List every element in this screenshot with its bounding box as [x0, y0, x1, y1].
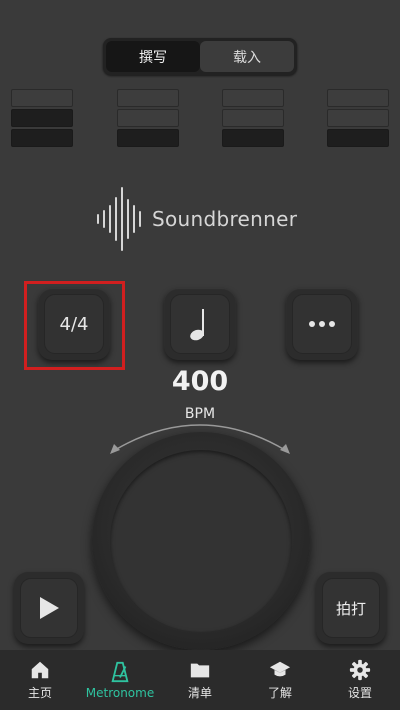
- beat-level-bar: [117, 89, 179, 107]
- tab-library[interactable]: 清单: [160, 650, 240, 710]
- tempo-dial-face: [110, 450, 292, 632]
- tap-tempo-button[interactable]: 拍打: [316, 572, 386, 644]
- beat-column-4[interactable]: [327, 89, 389, 149]
- tempo-value: 400: [171, 366, 229, 397]
- beat-level-bar: [117, 109, 179, 127]
- mode-segmented-control: 撰写 载入: [103, 38, 297, 75]
- beat-column-3[interactable]: [222, 89, 284, 149]
- load-tab[interactable]: 载入: [200, 41, 294, 72]
- folder-icon: [190, 663, 210, 678]
- home-icon: [31, 661, 49, 679]
- tab-home[interactable]: 主页: [0, 650, 80, 710]
- beat-level-bar: [117, 129, 179, 147]
- tab-metronome-label: Metronome: [85, 685, 155, 700]
- play-button[interactable]: [14, 572, 84, 644]
- tempo-dial[interactable]: [92, 432, 310, 650]
- tab-settings-label: 设置: [347, 686, 372, 700]
- tab-metronome[interactable]: Metronome: [80, 650, 160, 710]
- more-options-button[interactable]: [286, 288, 358, 360]
- tab-settings[interactable]: 设置: [320, 650, 400, 710]
- more-icon: [309, 321, 335, 327]
- gear-icon: [349, 659, 371, 681]
- write-tab[interactable]: 撰写: [106, 41, 200, 72]
- quarter-note-icon: [190, 309, 204, 341]
- beat-level-bar: [222, 89, 284, 107]
- beat-column-1[interactable]: [11, 89, 73, 149]
- note-value-button[interactable]: [164, 288, 236, 360]
- graduation-cap-icon: [269, 661, 291, 677]
- beat-level-bar: [327, 109, 389, 127]
- tab-learn[interactable]: 了解: [240, 650, 320, 710]
- logo-wordmark: Soundbrenner: [152, 207, 298, 231]
- play-icon: [40, 597, 59, 619]
- beat-level-bar: [11, 89, 73, 107]
- tap-tempo-label: 拍打: [322, 578, 380, 638]
- tab-home-label: 主页: [27, 686, 52, 700]
- beat-level-bar: [222, 129, 284, 147]
- beat-level-bar: [222, 109, 284, 127]
- beat-level-bar: [11, 129, 73, 147]
- beat-column-2[interactable]: [117, 89, 179, 149]
- highlight-box: [24, 281, 125, 370]
- beat-level-bar: [327, 89, 389, 107]
- soundbrenner-logo: Soundbrenner: [94, 186, 314, 252]
- soundwave-icon: [97, 187, 141, 251]
- tab-library-label: 清单: [187, 686, 212, 700]
- beat-level-bar: [327, 129, 389, 147]
- metronome-icon: [111, 661, 129, 682]
- bottom-tab-bar: 主页 Metronome 清单 了解 设置: [0, 650, 400, 710]
- tab-learn-label: 了解: [267, 686, 292, 700]
- beat-level-bar: [11, 109, 73, 127]
